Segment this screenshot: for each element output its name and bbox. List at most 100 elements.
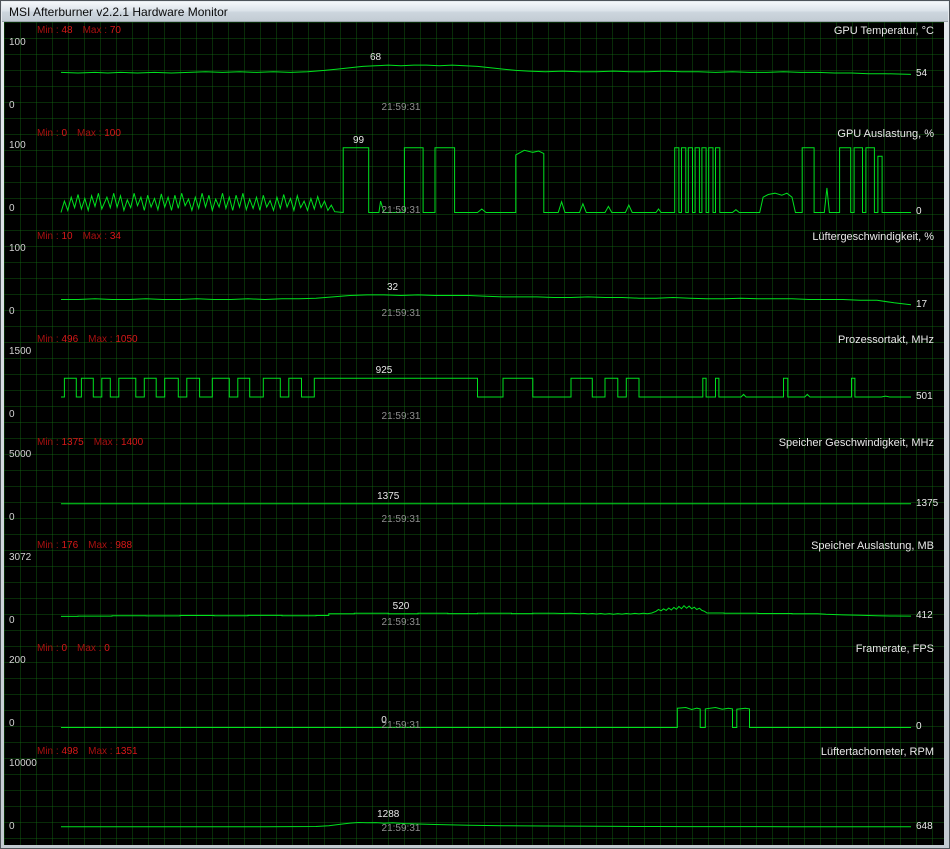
peak-value-annotation: 1288	[377, 809, 400, 821]
max-value: 1050	[115, 334, 138, 345]
time-annotation: 21:59:31	[381, 823, 421, 834]
monitor-panel-2: Min : 0 Max : 100 GPU Auslastung, % 100 0 99 2…	[4, 125, 944, 228]
metric-title: GPU Temperatur, °C	[833, 25, 934, 37]
max-value: 34	[109, 231, 121, 242]
time-annotation: 21:59:31	[381, 411, 421, 422]
chart-trace	[61, 821, 911, 828]
min-label: Min :	[37, 334, 59, 345]
max-label: Max :	[88, 540, 113, 551]
peak-value-annotation: 925	[375, 365, 393, 377]
max-label: Max :	[93, 437, 119, 448]
chart-trace	[60, 64, 912, 75]
time-annotation: 21:59:31	[381, 720, 421, 731]
y-axis-min-tick: 0	[9, 203, 15, 214]
peak-value-annotation: 68	[369, 52, 382, 64]
minmax-readout: Min : 10 Max : 34	[37, 231, 121, 243]
minmax-readout: Min : 0 Max : 0	[37, 643, 110, 655]
current-value-readout: 0	[916, 721, 922, 732]
monitor-panel-4: Min : 496 Max : 1050 Prozessortakt, MHz 150…	[4, 331, 944, 434]
max-value: 0	[104, 643, 110, 654]
y-axis-min-tick: 0	[9, 718, 15, 729]
monitor-panel-3: Min : 10 Max : 34 Lüftergeschwindigkeit, %…	[4, 228, 944, 331]
max-label: Max :	[82, 25, 108, 36]
time-annotation: 21:59:31	[381, 308, 421, 319]
monitor-panel-5: Min : 1375 Max : 1400 Speicher Geschwindig…	[4, 434, 944, 537]
max-label: Max :	[77, 643, 102, 654]
max-label: Max :	[77, 128, 102, 139]
y-axis-min-tick: 0	[9, 100, 15, 111]
max-value: 1400	[120, 437, 144, 448]
y-axis-min-tick: 0	[9, 821, 15, 832]
chart-trace	[61, 503, 911, 505]
minmax-readout: Min : 496 Max : 1050	[37, 334, 138, 346]
chart-trace	[61, 706, 911, 728]
chart-trace	[61, 604, 912, 617]
y-axis-min-tick: 0	[9, 306, 15, 317]
min-label: Min :	[37, 437, 59, 448]
afterburner-window: MSI Afterburner v2.2.1 Hardware Monitor …	[0, 0, 950, 849]
peak-value-annotation: 1375	[377, 490, 400, 502]
max-value: 70	[109, 25, 121, 36]
current-value-readout: 54	[916, 68, 928, 80]
y-axis-max-tick: 100	[9, 243, 26, 254]
min-value: 0	[61, 128, 68, 139]
peak-value-annotation: 520	[392, 600, 410, 612]
time-annotation: 21:59:31	[381, 617, 421, 628]
current-value-readout: 412	[916, 610, 933, 622]
min-label: Min :	[37, 25, 59, 36]
current-value-readout: 501	[916, 390, 933, 402]
y-axis-max-tick: 1500	[9, 346, 32, 357]
min-value: 498	[61, 746, 79, 757]
y-axis-max-tick: 100	[9, 140, 26, 151]
metric-title: GPU Auslastung, %	[837, 128, 934, 140]
time-annotation: 21:59:31	[381, 205, 421, 216]
monitor-panel-1: Min : 48 Max : 70 GPU Temperatur, °C 100 0 68…	[4, 22, 944, 125]
max-label: Max :	[82, 231, 108, 242]
current-value-readout: 1375	[916, 497, 939, 509]
min-value: 10	[61, 231, 73, 242]
metric-title: Lüftergeschwindigkeit, %	[812, 231, 934, 243]
min-label: Min :	[37, 643, 59, 654]
y-axis-max-tick: 100	[9, 37, 26, 48]
chart-trace	[61, 294, 912, 306]
metric-title: Speicher Geschwindigkeit, MHz	[778, 437, 934, 449]
min-label: Min :	[37, 540, 59, 551]
y-axis-max-tick: 5000	[9, 449, 32, 460]
window-title: MSI Afterburner v2.2.1 Hardware Monitor	[9, 4, 228, 19]
peak-value-annotation: 32	[386, 281, 399, 293]
monitor-panel-8: Min : 498 Max : 1351 Lüftertachometer, RPM…	[4, 743, 944, 845]
monitor-panel-6: Min : 176 Max : 988 Speicher Auslastung, M…	[4, 537, 944, 640]
y-axis-min-tick: 0	[9, 615, 15, 626]
metric-title: Framerate, FPS	[855, 643, 934, 655]
current-value-readout: 0	[916, 206, 922, 217]
min-value: 176	[61, 540, 79, 551]
chart-trace	[60, 147, 911, 214]
y-axis-max-tick: 200	[9, 655, 26, 666]
minmax-readout: Min : 1375 Max : 1400	[37, 437, 143, 449]
chart-trace	[61, 377, 911, 398]
min-value: 0	[61, 643, 68, 654]
min-label: Min :	[37, 128, 59, 139]
minmax-readout: Min : 498 Max : 1351	[37, 746, 138, 758]
current-value-readout: 17	[916, 298, 928, 310]
y-axis-max-tick: 3072	[9, 552, 32, 563]
y-axis-min-tick: 0	[9, 409, 15, 420]
y-axis-min-tick: 0	[9, 512, 15, 523]
max-label: Max :	[88, 746, 113, 757]
max-label: Max :	[88, 334, 113, 345]
min-label: Min :	[37, 231, 59, 242]
max-value: 100	[104, 128, 121, 139]
min-value: 496	[61, 334, 79, 345]
min-value: 48	[61, 25, 73, 36]
title-bar[interactable]: MSI Afterburner v2.2.1 Hardware Monitor	[2, 2, 948, 22]
minmax-readout: Min : 48 Max : 70	[37, 25, 121, 37]
minmax-readout: Min : 0 Max : 100	[37, 128, 121, 140]
max-value: 988	[115, 540, 133, 551]
time-annotation: 21:59:31	[381, 514, 421, 525]
hardware-monitor-client: Min : 48 Max : 70 GPU Temperatur, °C 100 0 68…	[4, 22, 944, 845]
metric-title: Lüftertachometer, RPM	[820, 746, 934, 758]
time-annotation: 21:59:31	[381, 102, 421, 113]
minmax-readout: Min : 176 Max : 988	[37, 540, 132, 552]
metric-title: Speicher Auslastung, MB	[811, 540, 934, 552]
peak-value-annotation: 99	[352, 134, 365, 146]
